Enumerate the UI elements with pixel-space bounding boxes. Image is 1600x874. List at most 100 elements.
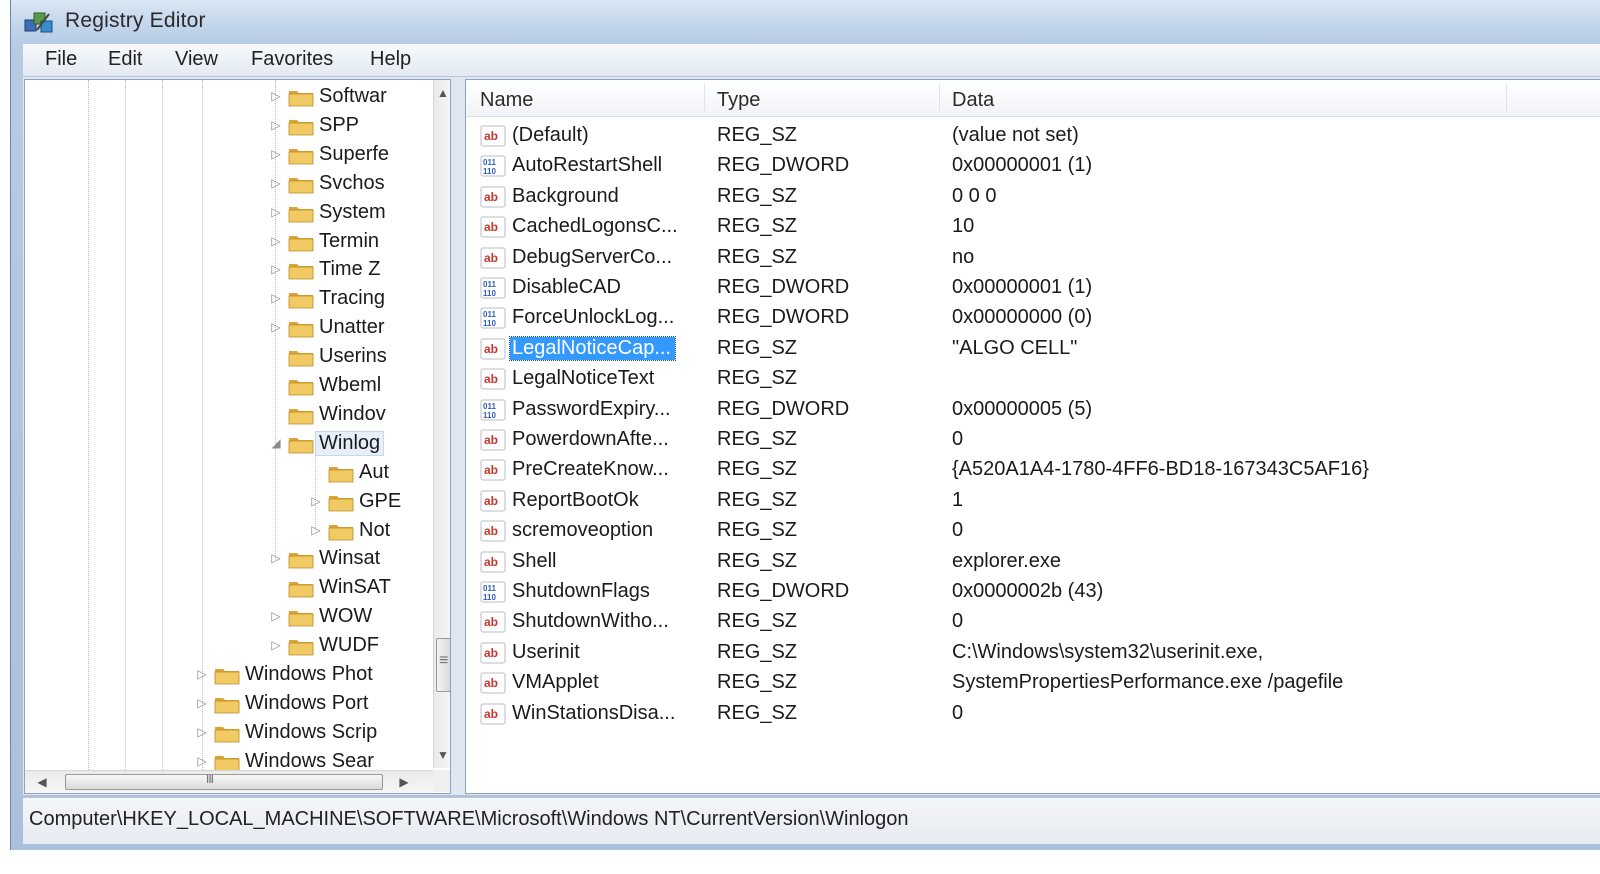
expand-arrow-icon[interactable]: ▷ <box>309 523 323 537</box>
folder-icon <box>287 433 315 455</box>
folder-icon <box>287 577 315 599</box>
column-header-type[interactable]: Type <box>717 89 760 112</box>
value-data: (value not set) <box>952 124 1079 146</box>
table-row[interactable]: ab LegalNoticeCap... REG_SZ "ALGO CELL" <box>466 335 1600 365</box>
menu-view[interactable]: View <box>169 48 224 71</box>
expand-arrow-icon[interactable]: ▷ <box>269 89 283 103</box>
value-type: REG_SZ <box>717 671 798 694</box>
folder-icon <box>287 375 315 397</box>
binary-value-icon: 011 110 <box>480 581 506 603</box>
expand-arrow-icon[interactable]: ▷ <box>269 147 283 161</box>
table-row[interactable]: ab DebugServerCo... REG_SZ no <box>466 244 1600 274</box>
table-row[interactable]: ab WinStationsDisa... REG_SZ 0 <box>466 700 1600 730</box>
svg-text:ab: ab <box>484 494 498 508</box>
string-value-icon: ab <box>480 216 506 238</box>
tree-guide-line <box>88 80 89 770</box>
tree-item-label: Windows Scrip <box>245 720 378 743</box>
table-row[interactable]: ab Userinit REG_SZ C:\Windows\system32\user… <box>466 639 1600 669</box>
menu-edit[interactable]: Edit <box>102 48 148 71</box>
expand-arrow-icon[interactable]: ▷ <box>195 754 209 768</box>
expand-arrow-icon[interactable]: ▷ <box>269 551 283 565</box>
table-row[interactable]: ab ReportBootOk REG_SZ 1 <box>466 487 1600 517</box>
scroll-up-arrow-icon[interactable]: ▲ <box>434 86 450 100</box>
svg-text:110: 110 <box>483 167 496 176</box>
table-row[interactable]: ab (Default) REG_SZ (value not set) <box>466 122 1600 152</box>
value-name: scremoveoption <box>512 519 654 542</box>
column-divider[interactable] <box>704 84 705 112</box>
expand-arrow-icon[interactable]: ▷ <box>269 205 283 219</box>
table-row[interactable]: 011 110 DisableCAD REG_DWORD 0x00000001 (1) <box>466 274 1600 304</box>
horizontal-scroll-thumb[interactable]: III <box>65 772 383 790</box>
expand-arrow-icon[interactable]: ▷ <box>195 725 209 739</box>
svg-text:ab: ab <box>484 342 498 356</box>
menu-help[interactable]: Help <box>364 48 417 71</box>
expand-arrow-icon[interactable]: ▷ <box>269 638 283 652</box>
tree-item-label: Aut <box>359 460 390 483</box>
expand-arrow-icon[interactable]: ▷ <box>195 696 209 710</box>
svg-text:110: 110 <box>483 319 496 328</box>
table-row[interactable]: ab PreCreateKnow... REG_SZ {A520A1A4-1780-4… <box>466 456 1600 486</box>
table-row[interactable]: ab LegalNoticeText REG_SZ <box>466 365 1600 395</box>
svg-text:ab: ab <box>484 433 498 447</box>
expand-arrow-icon[interactable]: ▷ <box>269 291 283 305</box>
value-name: AutoRestartShell <box>512 154 663 177</box>
string-value-icon: ab <box>480 490 506 512</box>
tree-guide-line <box>162 80 163 770</box>
folder-icon <box>287 173 315 195</box>
value-name: DisableCAD <box>512 276 621 298</box>
table-row[interactable]: ab scremoveoption REG_SZ 0 <box>466 517 1600 547</box>
table-row[interactable]: 011 110 ForceUnlockLog... REG_DWORD 0x000000… <box>466 304 1600 334</box>
expand-arrow-icon[interactable]: ▷ <box>269 176 283 190</box>
table-row[interactable]: ab ShutdownWitho... REG_SZ 0 <box>466 608 1600 638</box>
key-tree-pane[interactable]: ▷ Softwar ▷ SPP ▷ Superfe ▷ Svchos ▷ System ▷ Termi… <box>24 79 451 794</box>
table-row[interactable]: ab Shell REG_SZ explorer.exe <box>466 548 1600 578</box>
menu-favorites[interactable]: Favorites <box>245 48 339 71</box>
expand-arrow-icon[interactable]: ▷ <box>269 234 283 248</box>
scroll-grip: ≡ <box>439 652 449 669</box>
tree-item-label: WUDF <box>319 634 379 657</box>
column-divider[interactable] <box>1506 84 1507 112</box>
column-header-name[interactable]: Name <box>480 89 533 112</box>
scroll-right-arrow-icon[interactable]: ▶ <box>395 775 413 789</box>
table-row[interactable]: ab Background REG_SZ 0 0 0 <box>466 183 1600 213</box>
string-value-icon: ab <box>480 672 506 694</box>
table-row[interactable]: 011 110 PasswordExpiry... REG_DWORD 0x000000… <box>466 396 1600 426</box>
binary-value-icon: 011 110 <box>480 277 506 299</box>
scroll-down-arrow-icon[interactable]: ▼ <box>434 748 450 762</box>
expand-arrow-icon[interactable]: ▷ <box>269 262 283 276</box>
value-name: WinStationsDisa... <box>512 701 676 724</box>
client-area: ▷ Softwar ▷ SPP ▷ Superfe ▷ Svchos ▷ System ▷ Termi… <box>23 77 1600 795</box>
svg-text:011: 011 <box>483 158 496 167</box>
svg-text:ab: ab <box>484 463 498 477</box>
expand-arrow-icon[interactable]: ▷ <box>269 609 283 623</box>
menu-file[interactable]: File <box>39 48 83 71</box>
table-row[interactable]: ab VMApplet REG_SZ SystemPropertiesPerforma… <box>466 669 1600 699</box>
expand-arrow-icon[interactable]: ▷ <box>309 494 323 508</box>
value-type: REG_SZ <box>717 428 798 450</box>
expand-arrow-icon[interactable]: ▷ <box>195 667 209 681</box>
string-value-icon: ab <box>480 611 506 633</box>
tree-item-label: Wbeml <box>319 374 382 396</box>
expand-arrow-icon[interactable]: ◢ <box>269 436 283 450</box>
folder-icon <box>327 491 355 513</box>
value-data: 0x0000002b (43) <box>952 580 1104 602</box>
vertical-scroll-thumb[interactable]: ≡ <box>436 638 450 692</box>
table-row[interactable]: ab PowerdownAfte... REG_SZ 0 <box>466 426 1600 456</box>
expand-arrow-icon[interactable]: ▷ <box>269 118 283 132</box>
registry-editor-window: Registry Editor File Edit View Favorites… <box>10 0 1600 850</box>
scroll-left-arrow-icon[interactable]: ◀ <box>33 775 51 789</box>
column-header-data[interactable]: Data <box>952 89 994 112</box>
expand-arrow-icon[interactable]: ▷ <box>269 320 283 334</box>
column-divider[interactable] <box>939 84 940 112</box>
title-bar[interactable]: Registry Editor <box>11 0 1600 44</box>
value-data: 0 <box>952 428 964 450</box>
string-value-icon: ab <box>480 186 506 208</box>
value-type: REG_DWORD <box>717 276 850 298</box>
table-row[interactable]: ab CachedLogonsC... REG_SZ 10 <box>466 213 1600 243</box>
table-row[interactable]: 011 110 AutoRestartShell REG_DWORD 0x0000000… <box>466 152 1600 182</box>
tree-horizontal-scrollbar[interactable]: ◀ III ▶ <box>25 770 433 793</box>
tree-vertical-scrollbar[interactable]: ▲ ≡ ▼ <box>433 80 450 768</box>
table-row[interactable]: 011 110 ShutdownFlags REG_DWORD 0x0000002b (… <box>466 578 1600 608</box>
values-list-pane[interactable]: Name Type Data ab (Default) REG_SZ (value n… <box>465 79 1600 794</box>
value-data: explorer.exe <box>952 549 1061 572</box>
